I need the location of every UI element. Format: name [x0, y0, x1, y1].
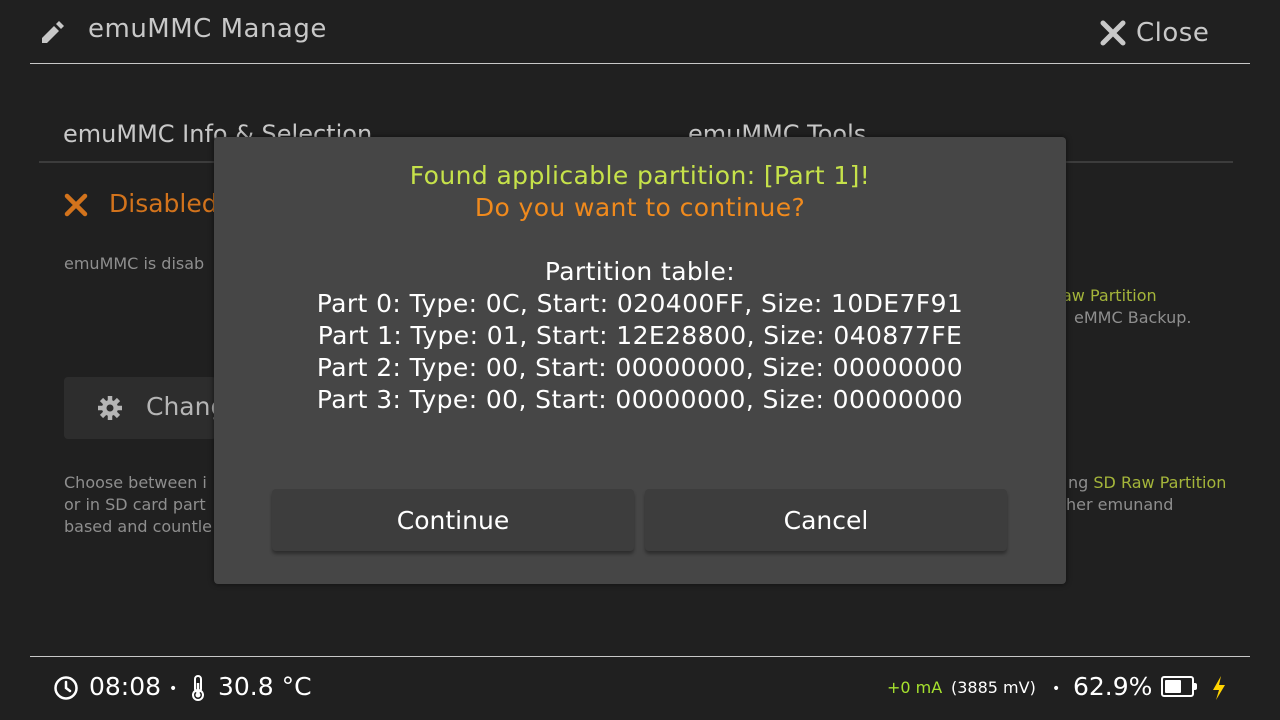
battery-fill — [1165, 680, 1181, 693]
partition-table-title: Partition table: — [544, 257, 736, 286]
temperature-readout: 30.8 °C — [218, 672, 312, 701]
tools-desc-line-1: ng SD Raw Partition — [1068, 473, 1227, 492]
page-title: emuMMC Manage — [88, 14, 327, 44]
header-divider — [30, 63, 1250, 64]
description-line-1: Choose between i — [64, 473, 207, 492]
separator-dot-2: • — [1052, 681, 1061, 697]
cancel-button[interactable]: Cancel — [645, 489, 1007, 551]
battery-percent: 62.9% — [1073, 672, 1153, 701]
emmc-backup-text: eMMC Backup. — [1074, 308, 1192, 327]
close-button[interactable]: Close — [1100, 14, 1209, 52]
found-partition-text: Found applicable partition: [Part 1]! — [409, 161, 871, 190]
close-icon — [1100, 20, 1126, 46]
description-line-2: or in SD card part — [64, 495, 206, 514]
clock-icon — [54, 676, 78, 700]
description-line-3: based and countle — [64, 517, 212, 536]
battery-icon — [1161, 676, 1197, 697]
partition-row-1: Part 1: Type: 01, Start: 12E28800, Size:… — [317, 321, 963, 350]
partition-row-0: Part 0: Type: 0C, Start: 020400FF, Size:… — [316, 289, 964, 318]
thermometer-icon — [192, 675, 204, 701]
partition-row-3: Part 3: Type: 00, Start: 00000000, Size:… — [316, 385, 964, 414]
gear-icon — [98, 396, 122, 420]
separator-dot: • — [169, 681, 178, 697]
emummc-status: Disabled — [109, 189, 218, 218]
pencil-icon — [42, 21, 64, 43]
tools-desc-line-2: her emunand — [1066, 495, 1174, 514]
disabled-x-icon — [64, 193, 88, 217]
partition-row-2: Part 2: Type: 00, Start: 00000000, Size:… — [316, 353, 964, 382]
confirm-dialog: Found applicable partition: [Part 1]! Do… — [214, 137, 1066, 584]
clock-time: 08:08 — [89, 672, 162, 701]
close-label: Close — [1136, 18, 1210, 48]
continue-button[interactable]: Continue — [272, 489, 634, 551]
sd-raw-partition-text: SD Raw Partition — [1093, 473, 1227, 492]
footer-divider — [30, 656, 1250, 657]
status-description: emuMMC is disab — [64, 254, 205, 273]
current-readout: +0 mA — [887, 678, 943, 697]
raw-partition-text: aw Partition — [1062, 286, 1157, 305]
charging-bolt-icon — [1213, 676, 1225, 700]
continue-question-text: Do you want to continue? — [474, 193, 806, 222]
voltage-readout: (3885 mV) — [951, 678, 1036, 697]
